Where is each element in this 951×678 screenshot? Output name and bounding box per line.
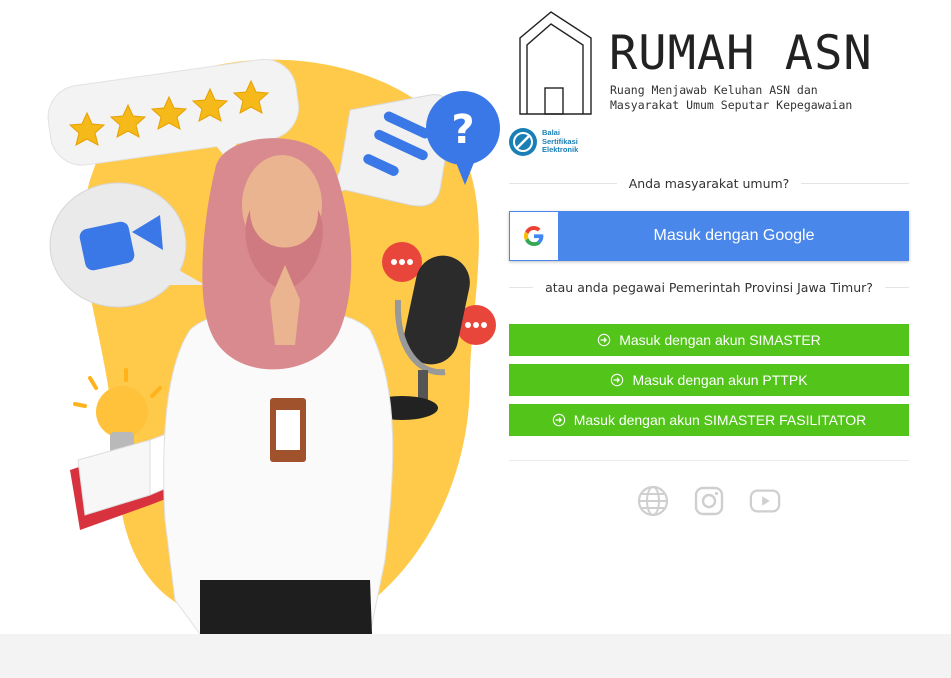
- bsre-line3: Elektronik: [542, 145, 579, 154]
- divider-line-left: [509, 287, 534, 288]
- simaster-login-button[interactable]: Masuk dengan akun SIMASTER: [509, 324, 909, 356]
- instagram-icon[interactable]: [693, 485, 725, 517]
- divider-line-right: [801, 183, 910, 184]
- section-divider: [509, 460, 909, 461]
- simaster-fasilitator-login-label: Masuk dengan akun SIMASTER FASILITATOR: [573, 412, 867, 428]
- sign-in-icon: [611, 373, 624, 387]
- brand-subtitle-line1: Ruang Menjawab Keluhan ASN dan: [610, 83, 818, 97]
- bsre-seal-icon: [509, 128, 537, 156]
- brand-title: RUMAH ASN: [609, 26, 873, 81]
- employee-divider: atau anda pegawai Pemerintah Provinsi Ja…: [509, 280, 909, 295]
- public-divider: Anda masyarakat umum?: [509, 176, 910, 191]
- brand-subtitle: Ruang Menjawab Keluhan ASN dan Masyaraka…: [610, 83, 852, 113]
- sign-in-icon: [598, 333, 611, 347]
- public-prompt: Anda masyarakat umum?: [628, 176, 790, 191]
- simaster-fasilitator-login-button[interactable]: Masuk dengan akun SIMASTER FASILITATOR: [509, 404, 909, 436]
- divider-line-left: [509, 183, 617, 184]
- divider-line-right: [884, 287, 909, 288]
- pttpk-login-label: Masuk dengan akun PTTPK: [632, 372, 808, 388]
- bsre-logo: Balai Sertifikasi Elektronik: [508, 126, 598, 160]
- brand-logo: RUMAH ASN Ruang Menjawab Keluhan ASN dan…: [517, 10, 917, 120]
- house-logo-icon: [519, 11, 592, 115]
- employee-prompt: atau anda pegawai Pemerintah Provinsi Ja…: [545, 280, 873, 295]
- footer-band: [0, 634, 951, 678]
- bsre-text: Balai Sertifikasi Elektronik: [542, 128, 579, 155]
- google-signin-label: Masuk dengan Google: [653, 227, 815, 244]
- hero-illustration: ?: [0, 0, 505, 634]
- sign-in-icon: [552, 413, 565, 427]
- svg-text:?: ?: [451, 107, 474, 153]
- google-signin-button[interactable]: Masuk dengan Google: [509, 211, 909, 261]
- pttpk-login-button[interactable]: Masuk dengan akun PTTPK: [509, 364, 909, 396]
- youtube-icon[interactable]: [749, 485, 781, 517]
- brand-subtitle-line2: Masyarakat Umum Seputar Kepegawaian: [610, 98, 853, 112]
- google-icon: [524, 226, 544, 246]
- google-logo-box: [510, 212, 558, 260]
- globe-icon[interactable]: [637, 485, 669, 517]
- simaster-login-label: Masuk dengan akun SIMASTER: [619, 332, 821, 348]
